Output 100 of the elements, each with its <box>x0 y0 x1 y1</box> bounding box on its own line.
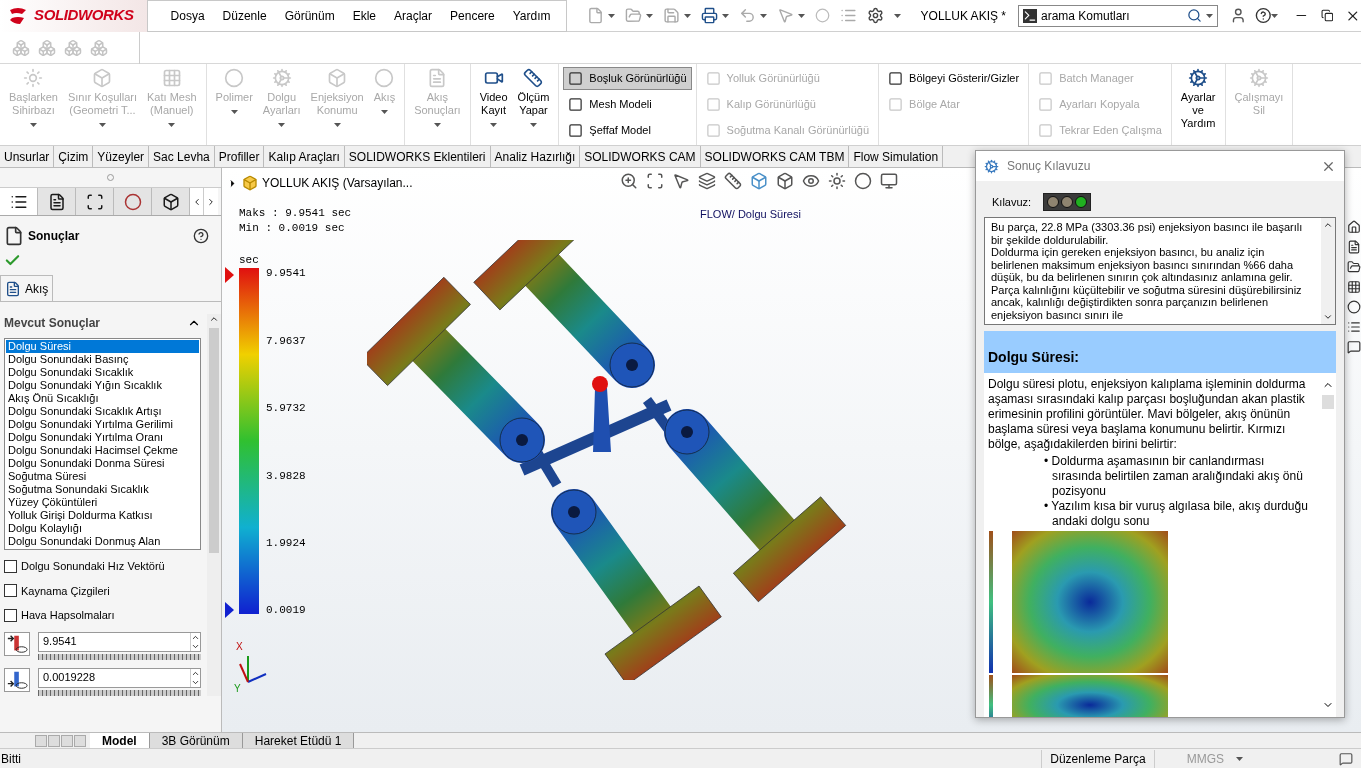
settings-icon[interactable] <box>866 7 884 24</box>
task-pane-tab-icon[interactable] <box>1347 280 1361 294</box>
view-toolbar-icon[interactable] <box>724 172 742 190</box>
checkbox[interactable] <box>4 584 17 598</box>
value-spin-field[interactable]: 0.0019228 <box>38 667 201 688</box>
ribbon-button[interactable]: Ölçüm Yapar <box>512 68 555 127</box>
view-toolbar-icon[interactable] <box>646 172 664 190</box>
search-input[interactable]: arama Komutları <box>1041 6 1183 25</box>
menu-item[interactable]: Görünüm <box>277 6 342 25</box>
panel-tab[interactable] <box>0 188 38 215</box>
value-input[interactable]: 0.0019228 <box>39 669 190 686</box>
results-list-item[interactable]: Akış Önü Sıcaklığı <box>6 392 199 405</box>
ribbon-button[interactable]: Boşluk Görünürlüğü <box>563 67 692 90</box>
ribbon-button[interactable]: Ayarlar ve Yardım <box>1175 68 1221 130</box>
command-tab[interactable]: Profiller <box>214 146 265 167</box>
menu-item[interactable]: Düzenle <box>215 6 274 25</box>
results-list-item[interactable]: Dolgu Süresi <box>6 340 199 353</box>
notification-icon[interactable] <box>1339 751 1353 766</box>
min-marker-icon[interactable] <box>225 602 234 618</box>
scroll-up-icon[interactable] <box>209 314 219 324</box>
scrollbar[interactable] <box>1321 218 1335 324</box>
menu-item[interactable]: Yardım <box>505 6 558 25</box>
ribbon-button[interactable]: Mesh Modeli <box>563 93 692 116</box>
view-toolbar-icon[interactable] <box>750 172 768 190</box>
ribbon-button[interactable]: Video Kayıt <box>474 68 513 127</box>
task-pane-tab-icon[interactable] <box>1347 320 1361 334</box>
restore-icon[interactable] <box>1320 9 1334 22</box>
task-pane-tab-icon[interactable] <box>1347 240 1361 254</box>
tree-item[interactable]: YOLLUK AKIŞ (Varsayılan... <box>262 174 413 192</box>
view-toolbar-icon[interactable] <box>880 172 898 190</box>
results-list-item[interactable]: Soğutma Süresi <box>6 470 199 483</box>
search-icon[interactable] <box>1187 8 1202 23</box>
scroll-thumb[interactable] <box>1322 395 1334 409</box>
search-field[interactable]: arama Komutları <box>1018 4 1218 27</box>
command-tab[interactable]: Sac Levha <box>149 146 215 167</box>
view-toolbar-icon[interactable] <box>802 172 820 190</box>
command-tab[interactable]: Analiz Hazırlığı <box>490 146 581 167</box>
user-icon[interactable] <box>1230 7 1247 24</box>
command-tab[interactable]: Yüzeyler <box>93 146 150 167</box>
caret-icon <box>1271 13 1279 18</box>
panel-tab[interactable] <box>152 188 190 215</box>
results-list-item[interactable]: Dolgu Sonundaki Yığın Sıcaklık <box>6 379 199 392</box>
flow-tab[interactable]: Akış <box>0 275 54 301</box>
tick-ruler[interactable] <box>38 653 201 660</box>
results-list-item[interactable]: Dolgu Sonundaki Yırtılma Oranı <box>6 431 199 444</box>
view-toolbar-icon[interactable] <box>854 172 872 190</box>
help-icon[interactable] <box>193 228 209 244</box>
tick-ruler[interactable] <box>38 689 201 696</box>
checkbox[interactable] <box>4 608 17 622</box>
results-list-item[interactable]: Dolgu Sonundaki Donma Süresi <box>6 457 199 470</box>
command-tab[interactable]: SOLIDWORKS CAM <box>580 146 701 167</box>
command-tab[interactable]: SOLIDWORKS Eklentileri <box>344 146 491 167</box>
task-pane-tab-icon[interactable] <box>1347 340 1361 354</box>
menu-item[interactable]: Ekle <box>345 6 383 25</box>
view-toolbar-icon[interactable] <box>776 172 794 190</box>
model-tab[interactable]: 3B Görünüm <box>149 733 243 748</box>
checkbox[interactable] <box>4 559 17 573</box>
view-toolbar-icon[interactable] <box>672 172 690 190</box>
model-tab[interactable]: Model <box>90 733 150 748</box>
results-list-item[interactable]: Dolgu Sonundaki Sıcaklık Artışı <box>6 405 199 418</box>
ribbon-button[interactable]: Şeffaf Model <box>563 119 692 142</box>
value-input[interactable]: 9.9541 <box>39 633 190 650</box>
command-tab[interactable]: Unsurlar <box>0 146 55 167</box>
value-spin-field[interactable]: 9.9541 <box>38 631 201 652</box>
results-list-item[interactable]: Dolgu Kolaylığı <box>6 522 199 535</box>
view-toolbar-icon[interactable] <box>828 172 846 190</box>
results-list-item[interactable]: Dolgu Sonundaki Hacimsel Çekme <box>6 444 199 457</box>
ribbon-button[interactable]: Bölgeyi Gösterir/Gizler <box>883 67 1025 90</box>
panel-tab[interactable] <box>38 188 76 215</box>
scrollbar[interactable] <box>207 314 221 696</box>
command-tab[interactable]: SOLIDWORKS CAM TBM <box>700 146 850 167</box>
checkbox-label: Dolgu Sonundaki Hız Vektörü <box>21 559 165 574</box>
results-list-item[interactable]: Dolgu Sonundaki Sıcaklık <box>6 366 199 379</box>
splitter-handle-icon[interactable] <box>107 174 114 181</box>
results-list-item[interactable]: Dolgu Sonundaki Yırtılma Gerilimi <box>6 418 199 431</box>
task-pane-tab-icon[interactable] <box>1347 260 1361 274</box>
command-tab[interactable]: Kalıp Araçları <box>264 146 345 167</box>
help-icon[interactable] <box>1254 7 1272 24</box>
results-list-item[interactable]: Yüzey Çöküntüleri <box>6 496 199 509</box>
menu-item[interactable]: Pencere <box>443 6 502 25</box>
task-pane-tab-icon[interactable] <box>1347 220 1361 234</box>
results-list-item[interactable]: Soğutma Sonundaki Sıcaklık <box>6 483 199 496</box>
scroll-down-icon[interactable] <box>1323 312 1333 322</box>
view-toolbar-icon[interactable] <box>620 172 638 190</box>
toolbar-icon[interactable] <box>700 7 718 24</box>
task-pane-tab-icon[interactable] <box>1347 300 1361 314</box>
command-tab[interactable]: Flow Simulation <box>849 146 944 167</box>
model-tab[interactable]: Hareket Etüdü 1 <box>242 733 355 748</box>
panel-tab[interactable] <box>76 188 114 215</box>
results-list-item[interactable]: Dolgu Sonundaki Donmuş Alan <box>6 535 199 548</box>
window-title: Sonuç Kılavuzu <box>1007 158 1091 175</box>
result-stat: Min : 0.0019 sec <box>239 221 346 236</box>
results-list-item[interactable]: Dolgu Sonundaki Basınç <box>6 353 199 366</box>
max-marker-icon[interactable] <box>225 267 234 283</box>
command-tab[interactable]: Çizim <box>54 146 94 167</box>
menu-item[interactable]: Araçlar <box>387 6 440 25</box>
view-toolbar-icon[interactable] <box>698 172 716 190</box>
menu-item[interactable]: Dosya <box>163 6 212 25</box>
results-list-item[interactable]: Yolluk Girişi Doldurma Katkısı <box>6 509 199 522</box>
scroll-up-icon[interactable] <box>1323 220 1333 230</box>
